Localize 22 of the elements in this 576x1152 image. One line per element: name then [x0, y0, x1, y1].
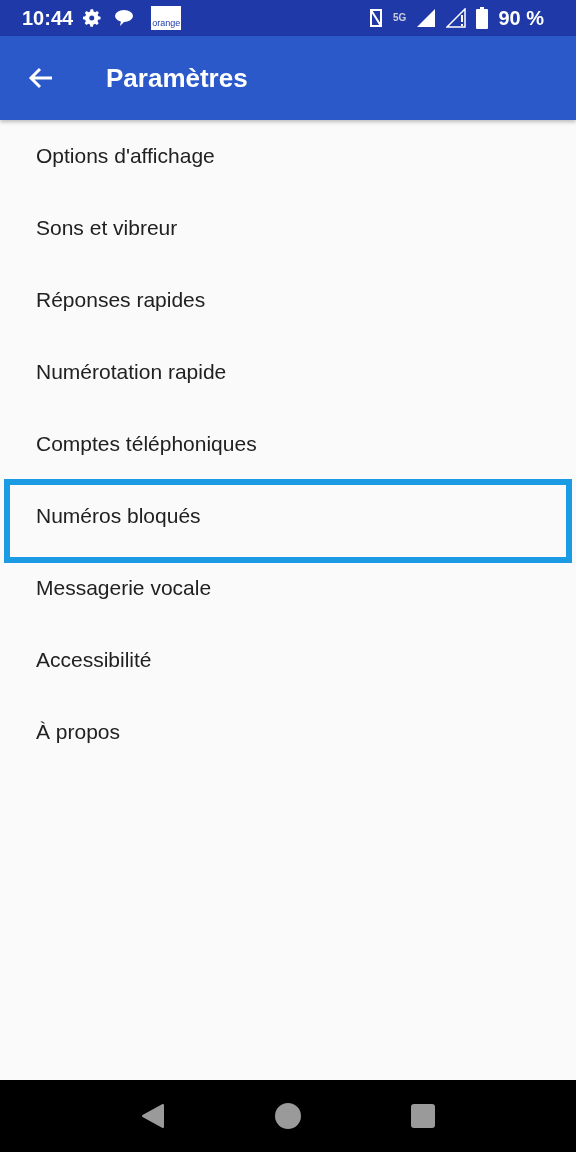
nfc-icon — [369, 8, 384, 28]
battery-icon — [476, 7, 489, 29]
home-icon[interactable] — [275, 1103, 301, 1129]
signal-warning-icon — [446, 8, 467, 28]
screen-title: Paramètres — [106, 62, 248, 94]
network-type: 5G — [393, 13, 407, 23]
chat-bubble-icon — [113, 8, 136, 28]
logo-text: orange — [152, 19, 181, 30]
back-arrow-icon[interactable] — [28, 66, 54, 90]
settings-item[interactable]: Comptes téléphoniques — [0, 408, 576, 480]
signal-icon — [416, 8, 437, 28]
settings-item[interactable]: Réponses rapides — [0, 264, 576, 336]
clock: 10:44 — [22, 6, 74, 30]
settings-item[interactable]: Numéros bloqués — [4, 479, 572, 563]
settings-item[interactable]: Accessibilité — [0, 624, 576, 696]
settings-item[interactable]: À propos — [0, 696, 576, 768]
battery-level: 90 % — [498, 6, 544, 30]
settings-item[interactable]: Sons et vibreur — [0, 192, 576, 264]
settings-item[interactable]: Numérotation rapide — [0, 336, 576, 408]
back-icon[interactable] — [141, 1103, 165, 1129]
settings-item[interactable]: Options d'affichage — [0, 120, 576, 192]
gear-icon — [83, 8, 104, 28]
